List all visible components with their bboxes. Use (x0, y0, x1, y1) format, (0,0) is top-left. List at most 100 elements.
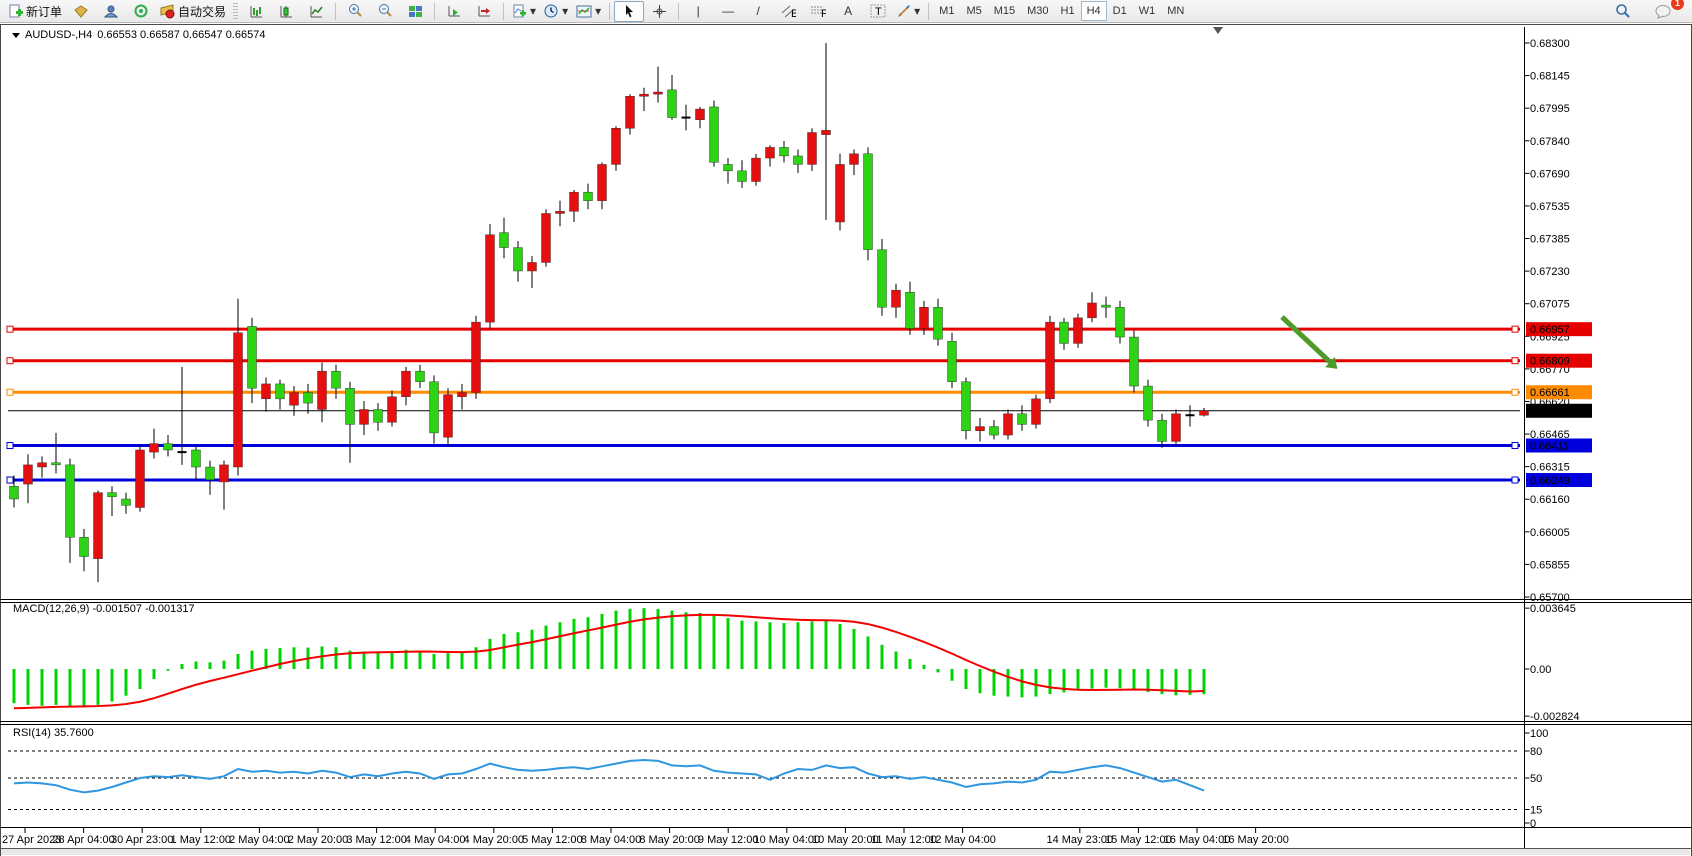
macd-signal-line (14, 615, 1204, 708)
ohlc-values: 0.66553 0.66587 0.66547 0.66574 (97, 29, 265, 41)
bar-chart-button[interactable] (241, 1, 271, 22)
svg-text:30 Apr 23:00: 30 Apr 23:00 (111, 834, 173, 846)
trendline-icon: / (756, 4, 759, 18)
svg-text:1 May 12:00: 1 May 12:00 (171, 834, 232, 846)
toolbar-separator (678, 3, 679, 20)
svg-text:16 May 04:00: 16 May 04:00 (1164, 834, 1231, 846)
timeframe-mn-button[interactable]: MN (1161, 1, 1190, 21)
macd-indicator-label: MACD(12,26,9) -0.001507 -0.001317 (13, 603, 195, 615)
quotes-icon (74, 4, 89, 19)
chart-shift-button[interactable] (469, 1, 499, 22)
trendline-tool-button[interactable]: / (743, 1, 773, 22)
crosshair-button[interactable] (644, 1, 674, 22)
candlestick-button[interactable] (271, 1, 301, 22)
date-axis[interactable]: 27 Apr 202328 Apr 04:0030 Apr 23:001 May… (2, 828, 1289, 846)
svg-text:0.67840: 0.67840 (1530, 136, 1570, 148)
clock-icon (544, 4, 559, 19)
svg-text:0.67075: 0.67075 (1530, 299, 1570, 311)
symbol-dropdown-icon[interactable] (12, 33, 20, 38)
new-order-button[interactable]: 新订单 (4, 1, 66, 22)
chart-shift-icon (477, 4, 492, 19)
horizontal-line-tool-button[interactable]: — (713, 1, 743, 22)
toolbar-separator (928, 3, 929, 20)
timeframe-h1-button[interactable]: H1 (1055, 1, 1081, 21)
svg-text:0.66809: 0.66809 (1530, 356, 1570, 368)
auto-scroll-button[interactable] (439, 1, 469, 22)
zoom-out-button[interactable] (370, 1, 400, 22)
timeframe-m5-button[interactable]: M5 (960, 1, 987, 21)
price-axis[interactable]: 0.683000.681450.679950.678400.676900.675… (1525, 38, 1580, 830)
panel-separators (0, 27, 1692, 855)
chart-canvas[interactable]: 0.683000.681450.679950.678400.676900.675… (0, 0, 1692, 856)
timeframe-m30-button[interactable]: M30 (1021, 1, 1054, 21)
zoom-in-button[interactable] (340, 1, 370, 22)
toolbar-separator (434, 3, 435, 20)
svg-text:0.67230: 0.67230 (1530, 266, 1570, 278)
auto-scroll-icon (447, 4, 462, 19)
arrows-icon (897, 4, 911, 18)
svg-text:9 May 12:00: 9 May 12:00 (698, 834, 759, 846)
svg-text:0.67995: 0.67995 (1530, 103, 1570, 115)
indicators-icon (512, 4, 527, 19)
svg-text:0.66315: 0.66315 (1530, 462, 1570, 474)
bar-chart-icon (249, 4, 264, 19)
toolbar-separator (503, 3, 504, 20)
svg-text:0.68300: 0.68300 (1530, 38, 1570, 50)
search-button[interactable] (1608, 1, 1638, 22)
dropdown-caret-icon: ▾ (914, 4, 920, 18)
dropdown-caret-icon: ▾ (595, 4, 601, 18)
quotes-button[interactable] (66, 1, 96, 22)
svg-text:0.66005: 0.66005 (1530, 527, 1570, 539)
fibonacci-icon: F (810, 4, 826, 18)
toolbar-grip[interactable] (233, 3, 238, 19)
toolbar-separator (335, 3, 336, 20)
indicators-button[interactable]: ▾ (508, 1, 540, 22)
periods-button[interactable]: ▾ (540, 1, 572, 22)
timeframe-h4-button[interactable]: H4 (1081, 1, 1107, 21)
channel-icon: E (780, 4, 796, 18)
svg-text:0.66411: 0.66411 (1530, 441, 1569, 453)
cursor-button[interactable] (614, 1, 644, 22)
vertical-line-tool-button[interactable]: | (683, 1, 713, 22)
svg-text:-0.002824: -0.002824 (1530, 711, 1580, 723)
chart-shift-marker (1213, 27, 1223, 34)
new-order-icon (8, 4, 23, 19)
timeframe-m15-button[interactable]: M15 (988, 1, 1021, 21)
candlesticks[interactable] (10, 27, 1224, 582)
symbol-period-label: AUDUSD-,H4 (25, 29, 92, 41)
dropdown-caret-icon: ▾ (562, 4, 568, 18)
svg-text:3 May 12:00: 3 May 12:00 (346, 834, 407, 846)
fibonacci-tool-button[interactable]: F (803, 1, 833, 22)
svg-text:15: 15 (1530, 805, 1542, 817)
rsi-indicator-label: RSI(14) 35.7600 (13, 727, 94, 739)
notifications-button[interactable]: 1 (1648, 1, 1678, 22)
crosshair-icon (652, 4, 667, 19)
svg-text:0.66249: 0.66249 (1530, 475, 1570, 487)
channel-tool-button[interactable]: E (773, 1, 803, 22)
label-icon: T (870, 4, 886, 18)
svg-text:15 May 12:00: 15 May 12:00 (1105, 834, 1172, 846)
line-chart-button[interactable] (301, 1, 331, 22)
templates-button[interactable]: ▾ (572, 1, 605, 22)
svg-text:0.67535: 0.67535 (1530, 201, 1570, 213)
profile-button[interactable] (96, 1, 126, 22)
svg-text:0.66160: 0.66160 (1530, 494, 1570, 506)
svg-text:8 May 20:00: 8 May 20:00 (639, 834, 700, 846)
svg-text:T: T (875, 6, 882, 18)
signals-button[interactable] (126, 1, 156, 22)
chart-title: AUDUSD-,H4 0.66553 0.66587 0.66547 0.665… (12, 29, 265, 41)
toolbar: 新订单 自动交易 (0, 0, 1692, 23)
svg-text:80: 80 (1530, 746, 1542, 758)
horizontal-level-lines[interactable]: 0.669570.668090.666610.664110.662490.665… (7, 322, 1592, 487)
auto-trading-button[interactable]: 自动交易 (156, 1, 230, 22)
tile-windows-button[interactable] (400, 1, 430, 22)
svg-text:4 May 20:00: 4 May 20:00 (464, 834, 525, 846)
timeframe-w1-button[interactable]: W1 (1133, 1, 1162, 21)
timeframe-m1-button[interactable]: M1 (933, 1, 960, 21)
shapes-tool-button[interactable]: ▾ (893, 1, 924, 22)
svg-text:0.66957: 0.66957 (1530, 324, 1570, 336)
timeframe-d1-button[interactable]: D1 (1107, 1, 1133, 21)
label-tool-button[interactable]: T (863, 1, 893, 22)
text-tool-button[interactable]: A (833, 1, 863, 22)
svg-text:8 May 04:00: 8 May 04:00 (581, 834, 642, 846)
